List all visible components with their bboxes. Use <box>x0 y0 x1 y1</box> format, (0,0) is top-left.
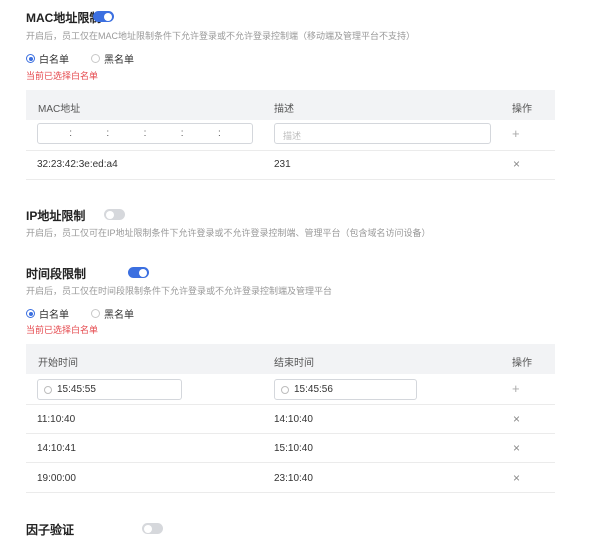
time-add-icon[interactable]: + <box>512 382 520 395</box>
ip-section-title: IP地址限制 <box>26 209 86 223</box>
time-row-start: 14:10:41 <box>37 443 76 454</box>
mac-list-mode-radio-group: 白名单 黑名单 <box>26 51 134 66</box>
radio-label: 黑名单 <box>104 55 134 66</box>
mac-section-title: MAC地址限制 <box>26 11 102 25</box>
mac-row-address: 32:23:42:3e:ed:a4 <box>37 159 118 170</box>
mac-separator: : <box>69 128 72 139</box>
radio-label: 黑名单 <box>104 310 134 321</box>
time-row-start: 11:10:40 <box>37 414 76 425</box>
description-placeholder: 描述 <box>283 131 302 141</box>
row-divider <box>26 492 555 493</box>
mac-row-delete-icon[interactable]: × <box>513 158 520 170</box>
time-row-delete-icon[interactable]: × <box>513 413 520 425</box>
time-description: 开启后，员工仅在时间段限制条件下允许登录或不允许登录控制端及管理平台 <box>26 286 333 296</box>
row-divider <box>26 150 555 151</box>
time-row-end: 23:10:40 <box>274 473 313 484</box>
time-radio-blacklist[interactable]: 黑名单 <box>91 306 134 321</box>
mac-selection-warning: 当前已选择白名单 <box>26 71 99 81</box>
time-radio-whitelist[interactable]: 白名单 <box>26 306 69 321</box>
mac-separator: : <box>217 128 221 139</box>
start-time-col-header: 开始时间 <box>38 358 78 369</box>
radio-unchecked-icon <box>91 309 100 318</box>
row-divider <box>26 462 555 463</box>
mac-radio-whitelist[interactable]: 白名单 <box>26 51 69 66</box>
toggle-knob <box>104 12 112 21</box>
time-section-title: 时间段限制 <box>26 267 87 281</box>
mac-col-header: MAC地址 <box>38 104 81 115</box>
end-time-picker[interactable]: 15:45:56 <box>274 379 417 400</box>
desc-col-header: 描述 <box>274 104 294 115</box>
mac-radio-blacklist[interactable]: 黑名单 <box>91 51 134 66</box>
factor-toggle[interactable] <box>142 523 164 534</box>
toggle-knob <box>139 268 148 277</box>
mac-row-description: 231 <box>274 159 291 170</box>
start-time-value: 15:45:55 <box>57 384 96 395</box>
end-time-col-header: 结束时间 <box>274 358 314 369</box>
end-time-value: 15:45:56 <box>294 384 333 395</box>
time-selection-warning: 当前已选择白名单 <box>26 325 99 335</box>
radio-label: 白名单 <box>39 55 69 66</box>
radio-unchecked-icon <box>91 54 100 63</box>
mac-separator: : <box>143 128 147 139</box>
radio-checked-icon <box>26 309 35 318</box>
time-list-mode-radio-group: 白名单 黑名单 <box>26 306 134 321</box>
time-toggle[interactable] <box>128 267 150 278</box>
mac-address-input[interactable]: : : : : : <box>37 123 253 144</box>
clock-icon <box>281 385 289 394</box>
mac-separator: : <box>180 128 184 139</box>
ip-toggle[interactable] <box>104 209 126 220</box>
op-col-header: 操作 <box>512 358 532 369</box>
time-row-delete-icon[interactable]: × <box>513 472 520 484</box>
factor-section-title: 因子验证 <box>26 523 75 537</box>
radio-label: 白名单 <box>39 310 69 321</box>
mac-add-icon[interactable]: + <box>512 127 520 140</box>
ip-description: 开启后，员工仅可在IP地址限制条件下允许登录或不允许登录控制端、管理平台（包含域… <box>26 228 431 238</box>
op-col-header: 操作 <box>512 104 532 115</box>
mac-separator: : <box>106 128 110 139</box>
time-row-delete-icon[interactable]: × <box>513 442 520 454</box>
radio-checked-icon <box>26 54 35 63</box>
toggle-knob <box>106 210 115 219</box>
time-row-end: 14:10:40 <box>274 414 313 425</box>
row-divider <box>26 404 555 405</box>
start-time-picker[interactable]: 15:45:55 <box>37 379 182 400</box>
toggle-knob <box>144 524 153 533</box>
clock-icon <box>44 385 52 394</box>
mac-toggle[interactable] <box>93 11 114 22</box>
row-divider <box>26 179 555 180</box>
time-row-start: 19:00:00 <box>37 473 76 484</box>
mac-description-input[interactable]: 描述 <box>274 123 491 144</box>
time-row-end: 15:10:40 <box>274 443 313 454</box>
row-divider <box>26 433 555 434</box>
mac-description: 开启后，员工仅在MAC地址限制条件下允许登录或不允许登录控制端（移动端及管理平台… <box>26 31 416 41</box>
